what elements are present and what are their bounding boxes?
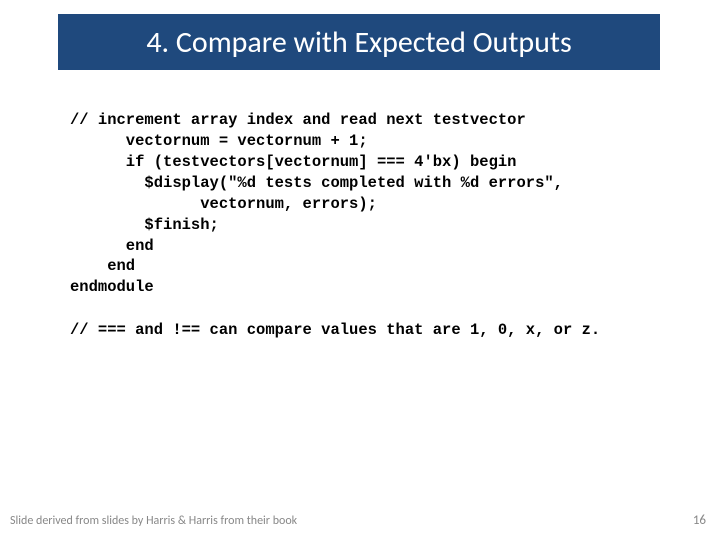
slide-number: 16 [693,513,706,528]
footer-attribution: Slide derived from slides by Harris & Ha… [10,514,297,528]
code-block: // increment array index and read next t… [70,110,563,298]
slide-title: 4. Compare with Expected Outputs [146,24,571,61]
slide-title-box: 4. Compare with Expected Outputs [58,14,660,70]
code-note: // === and !== can compare values that a… [70,320,600,341]
